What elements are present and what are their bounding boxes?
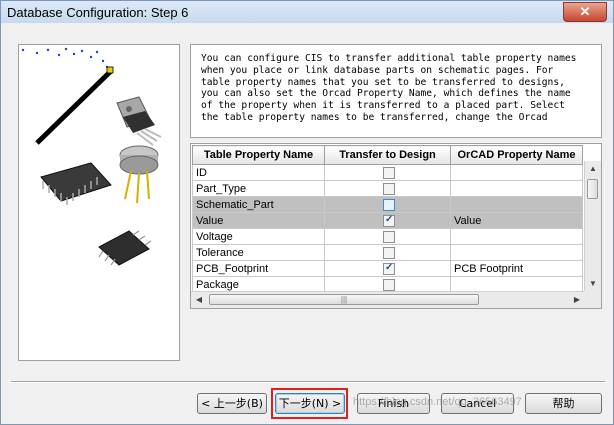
transfer-checkbox[interactable] [383, 166, 395, 179]
transfer-checkbox[interactable] [383, 182, 395, 195]
transfer-cell[interactable] [324, 212, 451, 229]
transfer-cell[interactable] [324, 196, 451, 213]
table-row[interactable]: Tolerance [192, 244, 583, 261]
watermark-text: https://blog.csdn.net/qq_36563497 [353, 396, 522, 408]
scroll-up-icon[interactable]: ▲ [585, 161, 601, 177]
scroll-down-icon[interactable]: ▼ [585, 276, 601, 292]
table-row[interactable]: Voltage [192, 228, 583, 245]
transfer-checkbox[interactable] [383, 198, 395, 211]
orcad-name-cell[interactable]: Value [450, 212, 583, 229]
header-orcad-property-name[interactable]: OrCAD Property Name [450, 145, 583, 165]
property-table-panel: Table Property Name Transfer to Design O… [190, 143, 602, 309]
property-name-cell[interactable]: Voltage [192, 228, 325, 245]
property-name-cell[interactable]: Tolerance [192, 244, 325, 261]
table-row[interactable]: Part_Type [192, 180, 583, 197]
transfer-checkbox[interactable] [383, 246, 395, 259]
property-name-cell[interactable]: PCB_Footprint [192, 260, 325, 277]
header-transfer-to-design[interactable]: Transfer to Design [324, 145, 451, 165]
vertical-scroll-thumb[interactable] [587, 179, 598, 199]
property-name-cell[interactable]: Part_Type [192, 180, 325, 197]
orcad-name-cell[interactable] [450, 196, 583, 213]
transfer-checkbox[interactable] [383, 214, 395, 227]
window-title: Database Configuration: Step 6 [7, 5, 189, 20]
transfer-checkbox[interactable] [383, 278, 395, 291]
orcad-name-cell[interactable] [450, 228, 583, 245]
table-row[interactable]: Value Value [192, 212, 583, 229]
back-button[interactable]: < 上一步(B) [197, 393, 267, 414]
property-name-cell[interactable]: Schematic_Part [192, 196, 325, 213]
orcad-name-cell[interactable] [450, 244, 583, 261]
table-row[interactable]: PCB_Footprint PCB Footprint [192, 260, 583, 277]
transfer-checkbox[interactable] [383, 262, 395, 275]
orcad-name-cell[interactable]: PCB Footprint [450, 260, 583, 277]
next-button-highlight [271, 388, 348, 419]
transfer-cell[interactable] [324, 244, 451, 261]
transfer-cell[interactable] [324, 228, 451, 245]
transfer-cell[interactable] [324, 164, 451, 181]
scroll-right-icon[interactable]: ▶ [569, 292, 585, 308]
vertical-scrollbar[interactable]: ▲ ▼ [584, 161, 601, 292]
title-bar[interactable]: Database Configuration: Step 6 ✕ [1, 1, 613, 23]
wizard-graphic [18, 44, 180, 361]
scrollbar-corner [584, 291, 601, 308]
description-text: You can configure CIS to transfer additi… [190, 44, 602, 138]
transfer-checkbox[interactable] [383, 230, 395, 243]
table-row[interactable]: Schematic_Part [192, 196, 583, 213]
header-table-property-name[interactable]: Table Property Name [192, 145, 325, 165]
property-name-cell[interactable]: Value [192, 212, 325, 229]
transfer-cell[interactable] [324, 260, 451, 277]
close-button[interactable]: ✕ [563, 2, 607, 22]
divider [11, 381, 605, 383]
table-row[interactable]: ID [192, 164, 583, 181]
components-illustration [21, 47, 162, 266]
property-name-cell[interactable]: ID [192, 164, 325, 181]
transfer-cell[interactable] [324, 180, 451, 197]
property-table: Table Property Name Transfer to Design O… [192, 145, 583, 293]
dialog-window: Database Configuration: Step 6 ✕ You can… [0, 0, 614, 425]
scroll-left-icon[interactable]: ◀ [191, 292, 207, 308]
help-button[interactable]: 帮助 [525, 393, 602, 414]
orcad-name-cell[interactable] [450, 180, 583, 197]
horizontal-scroll-thumb[interactable]: ||| [209, 294, 479, 305]
orcad-name-cell[interactable] [450, 164, 583, 181]
horizontal-scrollbar[interactable]: ◀ ||| ▶ [191, 291, 585, 308]
